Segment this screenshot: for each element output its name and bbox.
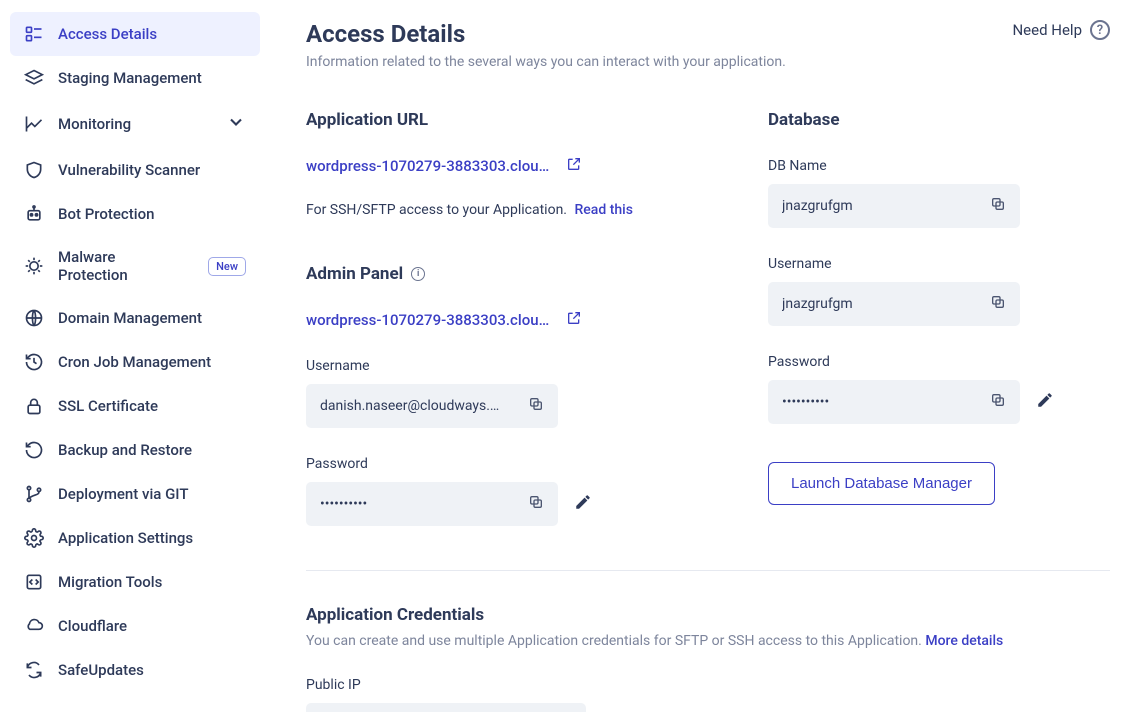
sidebar-item-label: SSL Certificate [58,397,246,415]
db-username-label: Username [768,256,1110,272]
more-details-link[interactable]: More details [925,633,1003,649]
sidebar-item-label: Access Details [58,25,246,43]
sidebar-item-label: Backup and Restore [58,441,246,459]
clock-history-icon [24,352,44,372]
sidebar-item-malware-protection[interactable]: Malware Protection New [10,236,260,296]
public-ip-label: Public IP [306,677,1110,693]
admin-username-value: danish.naseer@cloudways.c... [320,398,500,414]
db-password-field: •••••••••• [768,380,1020,424]
db-username-value: jnazgrufgm [782,296,853,312]
admin-username-field: danish.naseer@cloudways.c... [306,384,558,428]
sidebar-item-label: Monitoring [58,115,212,133]
gear-icon [24,528,44,548]
monitoring-icon [24,114,44,134]
admin-password-label: Password [306,456,648,472]
sidebar: Access Details Staging Management Monito… [0,0,270,712]
sidebar-item-label: Deployment via GIT [58,485,246,503]
admin-username-label: Username [306,358,648,374]
access-details-icon [24,24,44,44]
admin-password-field: •••••••••• [306,482,558,526]
admin-panel-title: Admin Panel [306,264,403,284]
sidebar-item-label: Bot Protection [58,205,246,223]
sidebar-item-monitoring[interactable]: Monitoring [10,100,260,148]
info-icon[interactable]: i [411,267,425,281]
help-icon: ? [1090,20,1110,40]
sidebar-item-label: Cloudflare [58,617,246,635]
need-help-link[interactable]: Need Help ? [1012,20,1110,40]
new-badge: New [208,257,246,276]
sidebar-item-label: Application Settings [58,529,246,547]
sidebar-item-label: Domain Management [58,309,246,327]
edit-icon[interactable] [574,493,592,515]
globe-icon [24,308,44,328]
sidebar-item-application-settings[interactable]: Application Settings [10,516,260,560]
right-column: Database DB Name jnazgrufgm Username jna… [768,110,1110,526]
shield-icon [24,160,44,180]
read-this-link[interactable]: Read this [574,202,632,218]
public-ip-field: 144.126.228.0 [306,703,586,712]
sidebar-item-label: Vulnerability Scanner [58,161,246,179]
sidebar-item-safeupdates[interactable]: SafeUpdates [10,648,260,692]
sidebar-item-ssl-certificate[interactable]: SSL Certificate [10,384,260,428]
left-column: Application URL wordpress-1070279-388330… [306,110,648,526]
external-link-icon[interactable] [566,310,582,330]
migration-icon [24,572,44,592]
sidebar-item-cloudflare[interactable]: Cloudflare [10,604,260,648]
divider [306,570,1110,571]
admin-password-value: •••••••••• [320,496,367,512]
cloud-icon [24,616,44,636]
application-url-title: Application URL [306,110,648,130]
app-credentials-desc: You can create and use multiple Applicat… [306,633,1110,649]
sidebar-item-label: Cron Job Management [58,353,246,371]
external-link-icon[interactable] [566,156,582,176]
copy-icon[interactable] [528,396,544,416]
backup-icon [24,440,44,460]
copy-icon[interactable] [990,294,1006,314]
admin-panel-url-link[interactable]: wordpress-1070279-3883303.cloudw... [306,311,556,329]
sidebar-item-migration-tools[interactable]: Migration Tools [10,560,260,604]
git-branch-icon [24,484,44,504]
sidebar-item-domain-management[interactable]: Domain Management [10,296,260,340]
dbname-field: jnazgrufgm [768,184,1020,228]
sidebar-item-label: SafeUpdates [58,661,246,679]
sidebar-item-label: Staging Management [58,69,246,87]
sidebar-item-backup-and-restore[interactable]: Backup and Restore [10,428,260,472]
dbname-label: DB Name [768,158,1110,174]
page-subtitle: Information related to the several ways … [306,54,786,70]
sidebar-item-deployment-via-git[interactable]: Deployment via GIT [10,472,260,516]
main-content: Access Details Information related to th… [270,0,1130,712]
refresh-icon [24,660,44,680]
need-help-label: Need Help [1012,21,1082,39]
sidebar-item-label: Malware Protection [58,248,188,284]
copy-icon[interactable] [528,494,544,514]
lock-icon [24,396,44,416]
database-title: Database [768,110,1110,130]
sidebar-item-staging-management[interactable]: Staging Management [10,56,260,100]
db-password-label: Password [768,354,1110,370]
db-username-field: jnazgrufgm [768,282,1020,326]
launch-database-manager-button[interactable]: Launch Database Manager [768,462,995,505]
staging-icon [24,68,44,88]
chevron-down-icon [226,112,246,136]
malware-icon [24,256,44,276]
sidebar-item-bot-protection[interactable]: Bot Protection [10,192,260,236]
sidebar-item-cron-job-management[interactable]: Cron Job Management [10,340,260,384]
bot-icon [24,204,44,224]
dbname-value: jnazgrufgm [782,198,853,214]
copy-icon[interactable] [990,196,1006,216]
edit-icon[interactable] [1036,391,1054,413]
ssh-note: For SSH/SFTP access to your Application.… [306,202,648,218]
app-credentials-title: Application Credentials [306,605,1110,625]
page-title: Access Details [306,20,786,48]
db-password-value: •••••••••• [782,394,829,410]
sidebar-item-access-details[interactable]: Access Details [10,12,260,56]
copy-icon[interactable] [990,392,1006,412]
application-url-link[interactable]: wordpress-1070279-3883303.cloudw... [306,157,556,175]
sidebar-item-label: Migration Tools [58,573,246,591]
sidebar-item-vulnerability-scanner[interactable]: Vulnerability Scanner [10,148,260,192]
